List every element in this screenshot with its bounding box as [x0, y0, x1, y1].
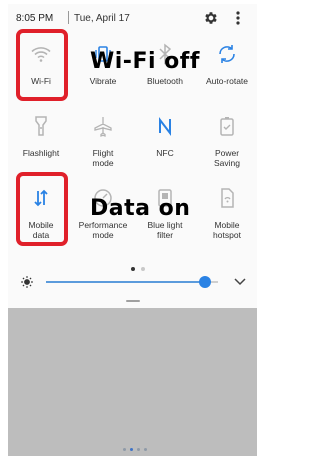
page-dot: [123, 448, 126, 451]
more-options-icon[interactable]: [232, 10, 244, 26]
airplane-icon: [94, 117, 112, 137]
tile-label: Auto-rotate: [205, 76, 249, 86]
page-dot-active: [130, 448, 133, 451]
flashlight-icon: [35, 116, 47, 136]
auto-rotate-icon: [219, 45, 235, 63]
tile-flashlight[interactable]: Flashlight: [10, 114, 72, 174]
battery-icon: [220, 117, 234, 136]
tile-label: Bluetooth: [147, 76, 183, 86]
drag-handle[interactable]: [126, 300, 140, 302]
tile-flight-mode[interactable]: Flight mode: [72, 114, 134, 174]
status-time: 8:05 PM: [16, 13, 54, 24]
page-dot: [137, 448, 140, 451]
mobile-data-highlight-box: [16, 172, 68, 246]
tile-label: Power Saving: [214, 148, 240, 168]
tile-label: Performance mode: [78, 220, 128, 240]
home-page-indicator: [121, 438, 149, 456]
notification-shade-area: [8, 308, 257, 456]
quick-settings-panel: 8:05 PM Tue, April 17 Wi-Fi Vibrate Blue…: [8, 4, 257, 456]
brightness-slider[interactable]: [8, 270, 257, 294]
nfc-icon: [159, 117, 171, 136]
tile-label: Mobile hotspot: [213, 220, 241, 240]
chevron-down-icon[interactable]: [234, 277, 246, 287]
tile-label: Flashlight: [22, 148, 60, 158]
tile-power-saving[interactable]: Power Saving: [196, 114, 257, 174]
tile-nfc[interactable]: NFC: [134, 114, 196, 174]
tile-mobile-hotspot[interactable]: Mobile hotspot: [196, 186, 257, 246]
status-divider: [68, 11, 69, 24]
wifi-annotation: Wi-Fi off: [90, 49, 200, 74]
tile-auto-rotate[interactable]: Auto-rotate: [196, 42, 257, 94]
tile-label: Flight mode: [92, 148, 114, 168]
brightness-track[interactable]: [46, 281, 204, 283]
tile-label: Blue light filter: [147, 220, 183, 240]
brightness-icon: [21, 276, 33, 288]
wifi-highlight-box: [16, 29, 68, 101]
gear-icon[interactable]: [203, 10, 219, 26]
tile-label: NFC: [156, 148, 174, 158]
page-dot: [144, 448, 147, 451]
hotspot-icon: [221, 188, 234, 208]
brightness-thumb[interactable]: [199, 276, 211, 288]
tile-label: Vibrate: [89, 76, 117, 86]
status-date: Tue, April 17: [74, 13, 130, 24]
data-annotation: Data on: [90, 196, 191, 221]
